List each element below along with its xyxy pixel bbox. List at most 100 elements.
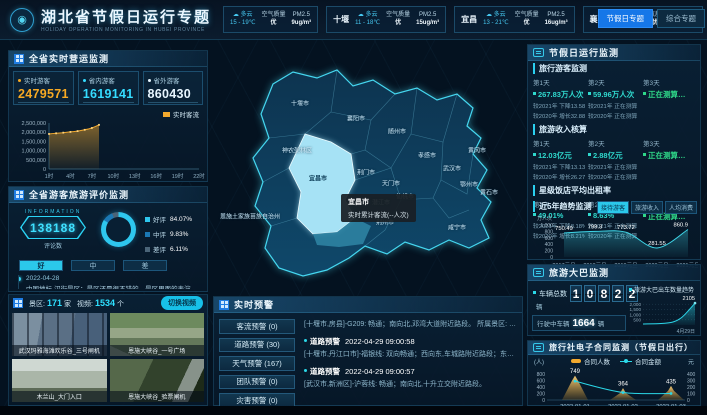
hubei-map: 十堰市神农架林区襄阳市随州市荆门市孝感市武汉市黄冈市鄂州市黄石市咸宁市荆州市天门… [205,42,525,294]
scenic-count: 景区:171家 [29,298,71,309]
rating-tab-差[interactable]: 差 [123,260,167,271]
camera-feed-0[interactable]: 武汉玛雅海滩欢乐谷_三号闸机 [12,313,107,356]
y-tick-left: 800 [537,372,546,378]
rating-legend-row-2: 差评6.11% [145,244,192,254]
stat-card-1: 省内游客1619141 [78,71,139,105]
y-tick: 0 [43,167,46,173]
panel-header: 旅游大巴监测 [528,265,700,281]
stat-card-2: 省外游客860430 [143,71,203,105]
alert-item-1: 道路预警2022-04-29 09:00:58[十堰市,丹江口市]-福银线: 双… [304,336,517,359]
alert-category-2[interactable]: 天气预警 (167) [219,356,295,371]
day-value: 12.03亿元 [533,150,585,161]
grid-icon [14,190,24,200]
alert-item-0: [十堰市,房县]-G209: 畅通；南向北,邓湾大道附近路段。 所属景区: 房县… [304,319,517,329]
panel-contracts: 旅行社电子合同监测（节假日出行） (人) 合同人数 合同金额 元 0200400… [527,340,701,406]
hexagon-frame: 138188 [20,216,86,239]
day-value: 正在测算… [643,89,695,100]
weather-cond-col: ☁ 多云11 - 18℃ [355,12,380,28]
top-button-0[interactable]: 节假日专题 [598,9,654,28]
day-label: 第2天 [588,138,640,148]
alert-category-0[interactable]: 客流预警 (0) [219,319,295,334]
video-value: 1534 [95,298,115,308]
pm-value: 15ug/m³ [416,20,439,28]
flip-digit-1: 0 [584,285,596,302]
camera-feed-1[interactable]: 恩施大峡谷_一号广场 [110,313,205,356]
alert-categories: 客流预警 (0)道路预警 (30)天气预警 (167)团队预警 (0)灾害预警 … [219,319,295,408]
y-tick-left: 400 [537,385,546,391]
alert-category-3[interactable]: 团队预警 (0) [219,375,295,390]
comment-item-0: 2022-04-28中国地标·汉街景区：景区还是很不错的，景区里面的表演比较多，… [26,275,203,289]
map-label-鄂州市: 鄂州市 [460,180,478,189]
pm-value: 9ug/m³ [291,20,311,28]
weather-cond-col: ☁ 多云15 - 19℃ [230,12,255,28]
legend-swatch [145,247,150,252]
camera-feed-3[interactable]: 恩施大峡谷_验票闸机 [110,359,205,402]
legend-swatch [145,217,150,222]
video-label: 视频: [77,299,93,309]
bus-unit: 辆 [536,301,543,311]
comment-count-label: 评论数 [44,241,62,250]
y-tick-right: 100 [687,392,696,398]
flip-digit-0: 1 [570,285,582,302]
cloud-icon: ☁ 多云 [233,12,253,20]
y-tick-left: 600 [537,379,546,385]
section-title: 星级饭店平均出租率 [533,185,698,196]
data-label: 860.9 [673,222,688,228]
legend-value: 9.83% [170,231,188,238]
day-column-1: 第2天59.96万人次较2021年 正在测算较2020年 正在测算 [588,76,640,120]
camera-feed-2[interactable]: 木兰山_大门入口 [12,359,107,402]
stat-value: 860430 [148,87,198,103]
panel-bus-monitor: 旅游大巴监测 车辆总数 10822 辆 行驶中车辆 1664 辆 旅游大巴出车数… [527,264,701,336]
holiday-section-0: 旅行游客监测第1天267.83万人次较2021年 下降13.58%较2020年 … [533,63,698,120]
section-days: 第1天12.03亿元较2021年 下降13.13%较2020年 增长26.27%… [533,137,698,181]
tooltip-city: 宜昌市 [348,197,409,207]
day-column-0: 第1天267.83万人次较2021年 下降13.58%较2020年 增长32.8… [533,76,585,120]
top-button-1[interactable]: 综合专题 [657,9,705,28]
running-unit: 辆 [598,318,605,328]
panel-title: 实时预警 [234,298,274,311]
day-value: 59.96万人次 [588,89,640,100]
peak-label: 364 [618,382,629,388]
alert-category-1[interactable]: 道路预警 (30) [219,338,295,353]
data-label: 750.49 [555,226,573,232]
switch-video-button[interactable]: 切换视频 [161,296,203,310]
pm-label: PM2.5 [419,12,436,20]
bus-icon [533,268,544,277]
panel-header: 全省实时营运监测 [9,51,207,67]
trend-title: 近5年趋势监测 [533,201,591,212]
x-tick: 4时 [66,172,75,180]
panel-realtime-operations: 全省实时营运监测 实时游客2479571省内游客1619141省外游客86043… [8,50,208,182]
stat-card-0: 实时游客2479571 [13,71,74,105]
pm-value: 16ug/m³ [545,20,568,28]
y-tick: 1,000 [540,223,553,229]
rating-tab-好[interactable]: 好 [19,260,63,271]
rating-tab-中[interactable]: 中 [71,260,115,271]
data-label: 799.3 [588,224,603,230]
day-label: 第3天 [643,138,695,148]
panel-header: 实时预警 [214,297,522,313]
contract-icon [533,343,544,352]
aqi-label: 空气质量 [261,12,285,20]
weather-aqi-col: 空气质量优 [261,12,285,28]
rating-legend: 好评84.07% 中评 9.83% 差评6.11% [145,214,192,254]
weather-temp: 15 - 19℃ [230,20,255,28]
panel-title: 全省实时营运监测 [29,52,109,65]
y-tick-left: 200 [537,392,546,398]
map-label-神农架林区: 神农架林区 [282,146,312,155]
day-column-1: 第2天2.88亿元较2021年 正在测算较2020年 正在测算 [588,137,640,181]
legend-label: 中评 [153,229,166,239]
stat-value: 1619141 [83,87,134,103]
legend-swatch [163,112,170,117]
bus-trend-chart-svg: 2,0001,5001,00050021054月29日 [627,291,697,335]
stat-label: 实时游客 [18,75,69,85]
data-label: 2105 [683,296,695,302]
cloud-icon: ☁ 多云 [358,12,378,20]
y-tick: 2,000,000 [22,130,46,136]
legend-swatch [145,232,150,237]
page-title: 湖北省节假日运行专题 [41,6,211,27]
panel-holiday-monitor: 节假日运行监测 旅行游客监测第1天267.83万人次较2021年 下降13.58… [527,44,701,260]
app-logo-icon: ◉ [10,8,34,32]
rating-legend-row-0: 好评84.07% [145,214,192,224]
day-label: 第1天 [533,138,585,148]
scenic-unit: 家 [64,299,71,309]
